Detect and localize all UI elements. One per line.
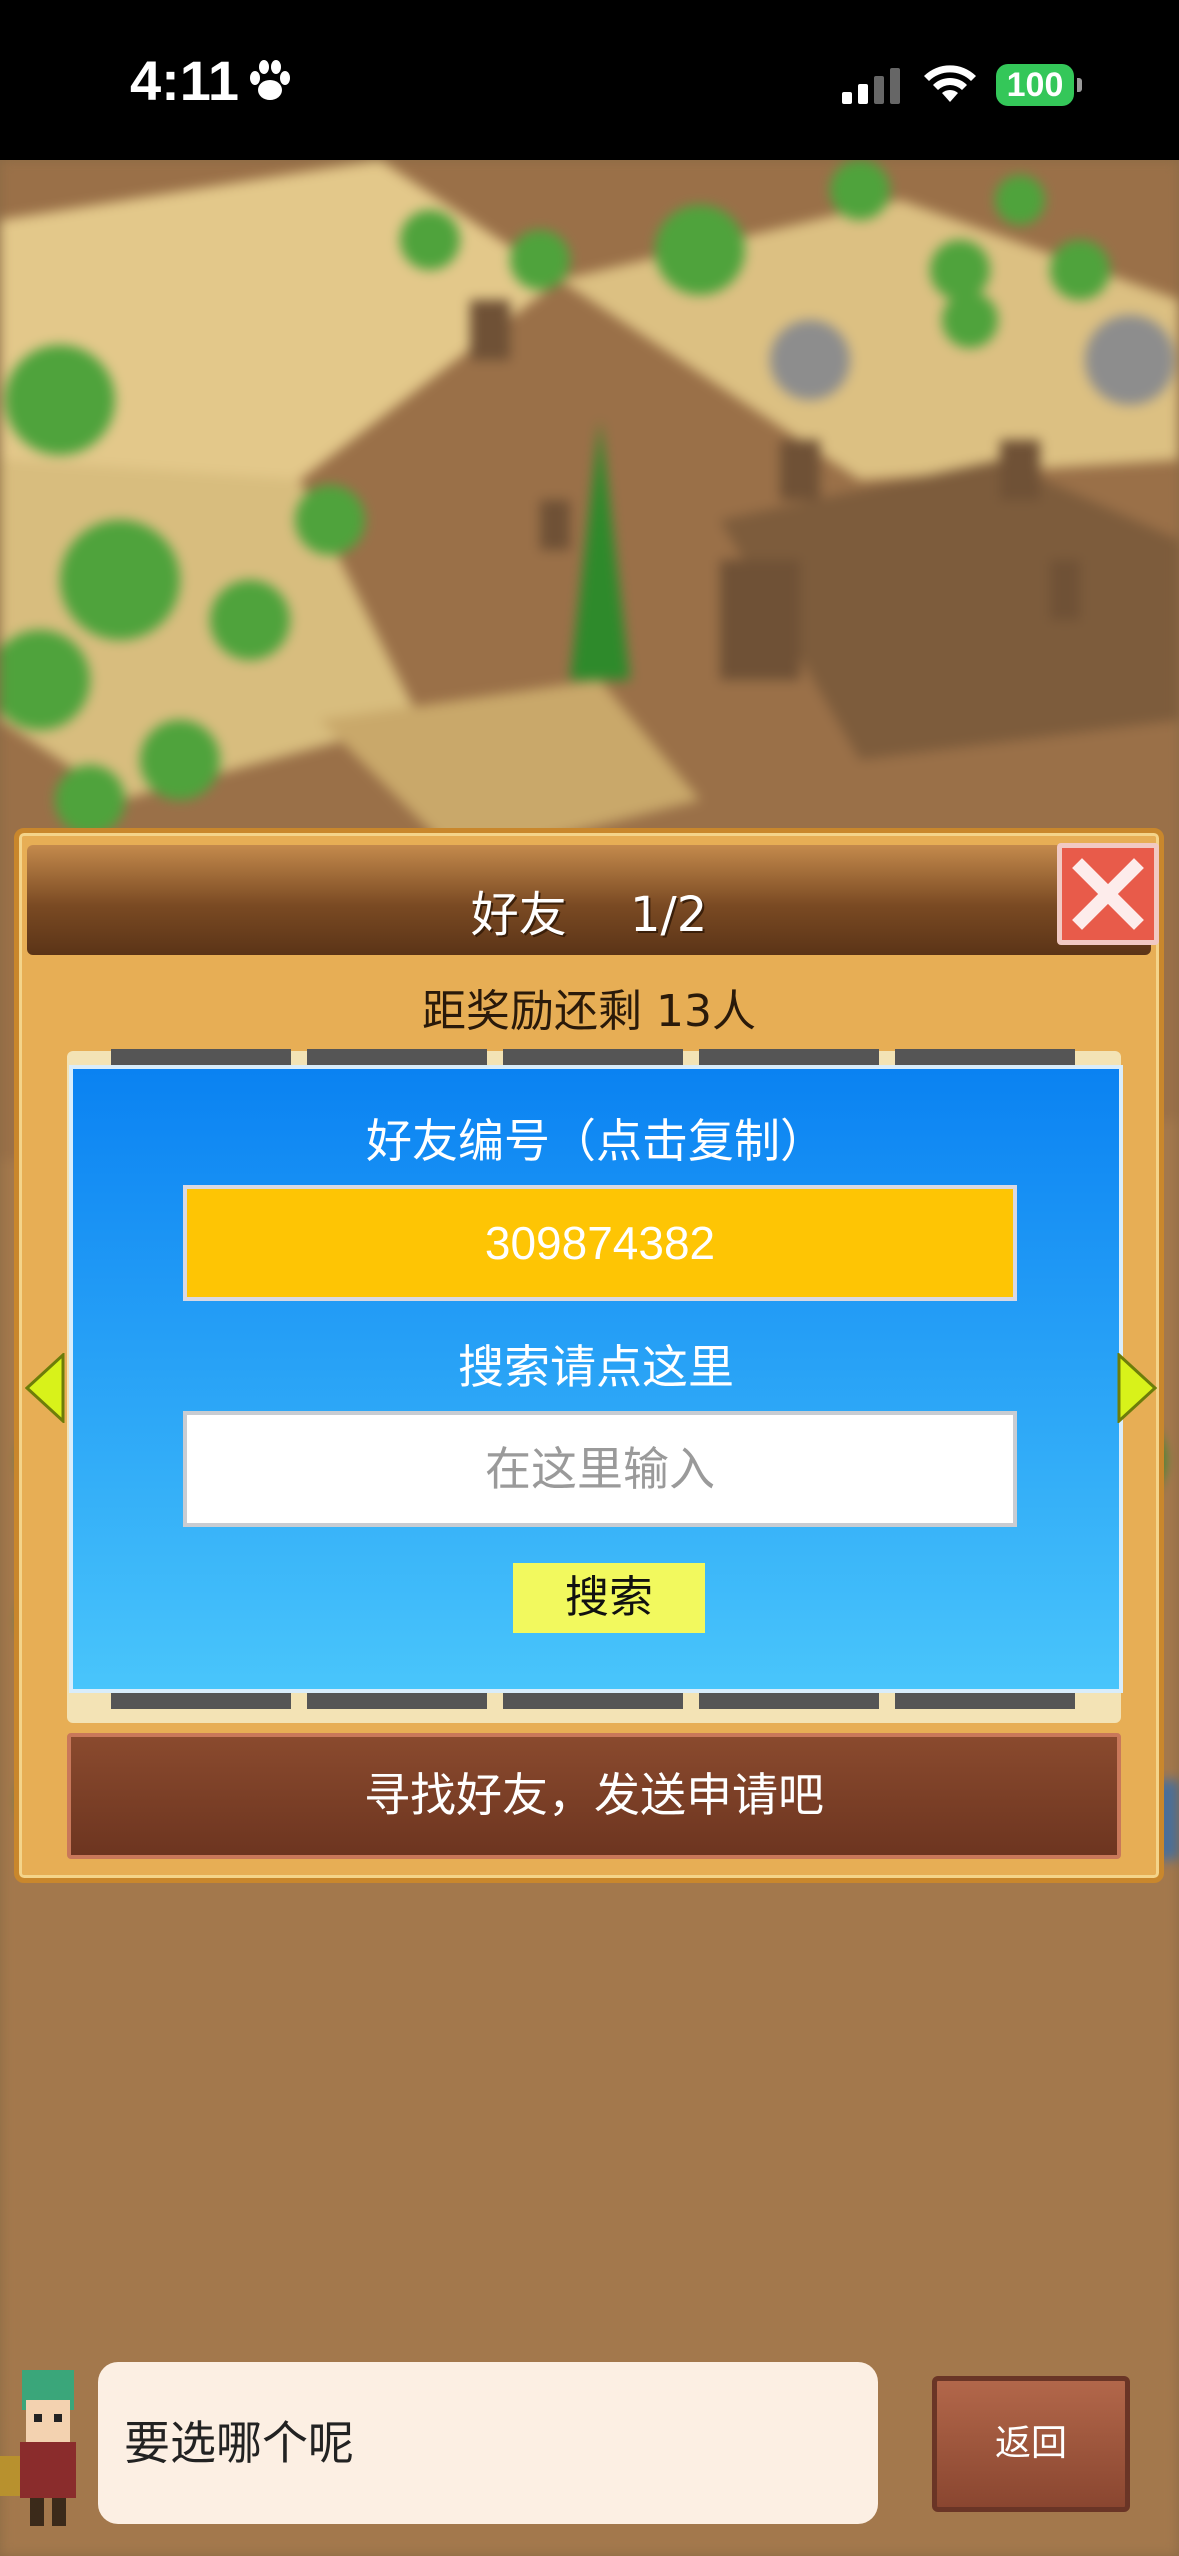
friend-slot[interactable] — [307, 1691, 487, 1709]
prev-page-arrow-icon[interactable] — [25, 1353, 65, 1423]
friend-slot[interactable] — [503, 1691, 683, 1709]
battery-icon: 100 — [996, 64, 1074, 106]
friend-dialog: 好友 1/2 距奖励还剩 13人 好友编号（点击复制） 309874382 搜索… — [14, 828, 1164, 1883]
friend-slot[interactable] — [111, 1691, 291, 1709]
find-friends-button[interactable]: 寻找好友，发送申请吧 — [67, 1733, 1121, 1859]
search-button[interactable]: 搜索 — [513, 1563, 705, 1633]
dialog-header: 好友 1/2 — [27, 845, 1151, 955]
next-page-arrow-icon[interactable] — [1117, 1353, 1157, 1423]
friend-slot[interactable] — [895, 1691, 1075, 1709]
friend-search-input[interactable] — [183, 1411, 1017, 1527]
dialog-title: 好友 1/2 — [470, 887, 708, 943]
status-bar: 4:11 100 — [0, 0, 1179, 160]
status-time: 4:11 — [130, 49, 239, 112]
close-icon — [1072, 858, 1144, 930]
wifi-icon — [924, 65, 976, 102]
signal-icon — [842, 68, 900, 104]
dialogue-bubble: 要选哪个呢 — [98, 2362, 878, 2524]
paw-icon — [250, 60, 290, 100]
friend-id-label: 好友编号（点击复制） — [366, 1114, 826, 1168]
battery-tip — [1077, 78, 1082, 92]
search-label: 搜索请点这里 — [458, 1340, 734, 1394]
close-button[interactable] — [1057, 843, 1159, 945]
back-button[interactable]: 返回 — [932, 2376, 1130, 2512]
reward-remaining-text: 距奖励还剩 13人 — [422, 986, 756, 1037]
character-avatar — [0, 2370, 76, 2526]
friend-id-copy-box[interactable]: 309874382 — [183, 1185, 1017, 1301]
friend-slot[interactable] — [699, 1691, 879, 1709]
friend-search-panel: 好友编号（点击复制） 309874382 搜索请点这里 搜索 — [69, 1065, 1123, 1693]
